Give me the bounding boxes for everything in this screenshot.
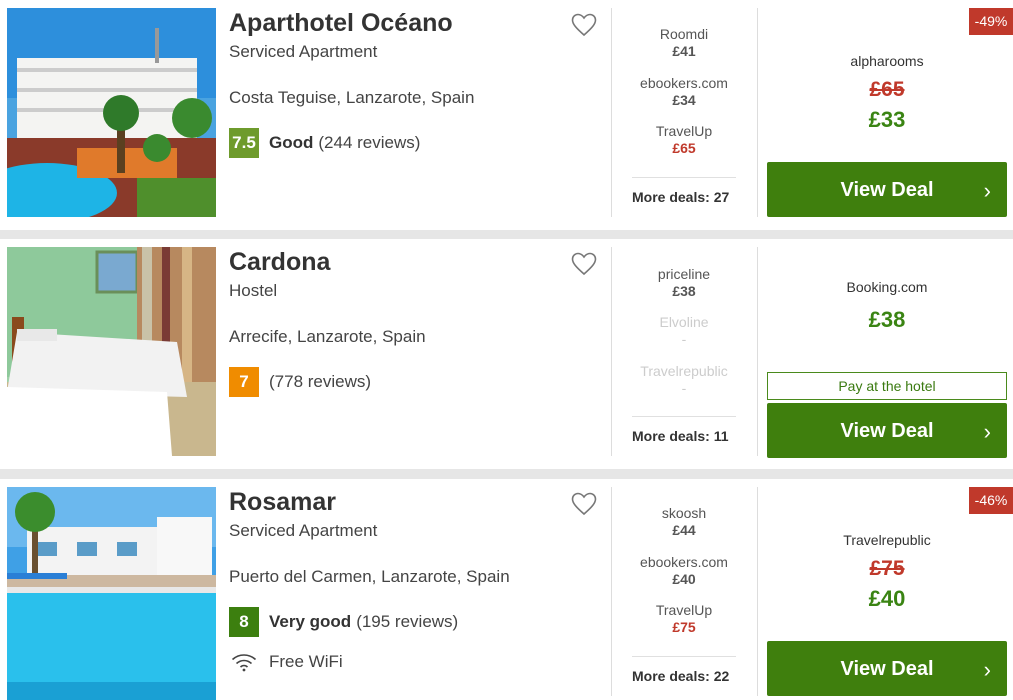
deal-provider: Travelrepublic: [640, 363, 728, 379]
chevron-right-icon: ›: [983, 657, 991, 682]
old-price: £75: [869, 557, 905, 580]
deal-price: £41: [672, 43, 696, 59]
rating-row: 7 (778 reviews): [229, 367, 371, 397]
hotel-card: Aparthotel Océano Serviced Apartment Cos…: [0, 0, 1013, 230]
deal-price: -: [681, 380, 687, 396]
heart-outline-icon[interactable]: [571, 13, 597, 37]
deal-provider: Roomdi: [659, 26, 709, 42]
divider: [632, 177, 736, 178]
hotel-photo[interactable]: [7, 8, 216, 217]
deal-item[interactable]: TravelUp £75: [628, 602, 740, 635]
divider: [632, 656, 736, 657]
deal-item[interactable]: priceline £38: [628, 266, 740, 299]
rating-label: Good: [269, 133, 314, 152]
deal-item: Travelrepublic -: [628, 363, 740, 396]
chevron-right-icon: ›: [983, 178, 991, 203]
view-deal-button[interactable]: View Deal ›: [767, 641, 1007, 696]
best-deal-provider: alpharooms: [850, 53, 924, 69]
divider: [611, 8, 612, 217]
best-deal-provider: Booking.com: [846, 279, 928, 295]
view-deal-label: View Deal: [840, 658, 934, 680]
review-count: (244 reviews): [318, 133, 421, 152]
view-deal-label: View Deal: [840, 420, 934, 442]
deal-provider: skoosh: [661, 505, 707, 521]
deal-price: £44: [672, 522, 696, 538]
best-deal-provider: Travelrepublic: [843, 532, 931, 548]
hotel-type: Serviced Apartment: [229, 521, 378, 540]
score-badge: 7: [229, 367, 259, 397]
rating-row: 8 Very good (195 reviews): [229, 607, 458, 637]
deal-item[interactable]: Roomdi £41: [628, 26, 740, 59]
divider: [632, 416, 736, 417]
heart-outline-icon[interactable]: [571, 492, 597, 516]
more-deals-link[interactable]: More deals: 22: [632, 668, 740, 684]
hotel-location: Costa Teguise, Lanzarote, Spain: [229, 88, 475, 107]
hotel-name[interactable]: Rosamar: [229, 488, 336, 517]
divider: [611, 247, 612, 456]
score-badge: 7.5: [229, 128, 259, 158]
discount-badge: -46%: [969, 487, 1013, 514]
hotel-location: Puerto del Carmen, Lanzarote, Spain: [229, 567, 510, 586]
best-price: £40: [868, 586, 906, 611]
score-badge: 8: [229, 607, 259, 637]
chevron-right-icon: ›: [983, 419, 991, 444]
deal-item[interactable]: TravelUp £65: [628, 123, 740, 156]
more-deals-link[interactable]: More deals: 11: [632, 428, 740, 444]
rating-label: Very good: [269, 612, 352, 631]
view-deal-button[interactable]: View Deal ›: [767, 403, 1007, 458]
hotel-location: Arrecife, Lanzarote, Spain: [229, 327, 426, 346]
deal-item[interactable]: skoosh £44: [628, 505, 740, 538]
wifi-icon: [231, 652, 257, 672]
view-deal-label: View Deal: [840, 179, 934, 201]
hotel-name[interactable]: Aparthotel Océano: [229, 9, 453, 38]
deal-price: £34: [672, 92, 696, 108]
divider: [757, 8, 758, 217]
hotel-card: Rosamar Serviced Apartment Puerto del Ca…: [0, 479, 1013, 700]
amenity-row: Free WiFi: [231, 652, 343, 672]
hotel-name[interactable]: Cardona: [229, 248, 330, 277]
old-price: £65: [869, 78, 905, 101]
hotel-card: Cardona Hostel Arrecife, Lanzarote, Spai…: [0, 239, 1013, 469]
deal-item: Elvoline -: [628, 314, 740, 347]
deal-price: £38: [672, 283, 696, 299]
divider: [757, 487, 758, 696]
deal-price: £65: [672, 140, 696, 156]
hotel-photo[interactable]: [7, 487, 216, 700]
heart-outline-icon[interactable]: [571, 252, 597, 276]
pay-at-hotel-badge: Pay at the hotel: [767, 372, 1007, 400]
deal-provider: Elvoline: [659, 314, 709, 330]
hotel-type: Serviced Apartment: [229, 42, 378, 61]
deal-price: -: [681, 331, 687, 347]
more-deals-link[interactable]: More deals: 27: [632, 189, 740, 205]
deal-price: £75: [672, 619, 696, 635]
review-count: (195 reviews): [356, 612, 459, 631]
deal-item[interactable]: ebookers.com £34: [628, 75, 740, 108]
deal-provider: ebookers.com: [640, 75, 728, 91]
hotel-photo[interactable]: [7, 247, 216, 456]
deal-provider: TravelUp: [655, 602, 713, 618]
view-deal-button[interactable]: View Deal ›: [767, 162, 1007, 217]
rating-row: 7.5 Good (244 reviews): [229, 128, 420, 158]
hotel-type: Hostel: [229, 281, 278, 300]
divider: [757, 247, 758, 456]
divider: [611, 487, 612, 696]
deal-provider: priceline: [657, 266, 711, 282]
deal-item[interactable]: ebookers.com £40: [628, 554, 740, 587]
deal-provider: TravelUp: [655, 123, 713, 139]
review-count: (778 reviews): [269, 372, 372, 391]
deal-price: £40: [672, 571, 696, 587]
best-price: £33: [868, 107, 906, 132]
best-price: £38: [868, 307, 906, 332]
deal-provider: ebookers.com: [640, 554, 728, 570]
discount-badge: -49%: [969, 8, 1013, 35]
amenity-label: Free WiFi: [269, 652, 343, 671]
